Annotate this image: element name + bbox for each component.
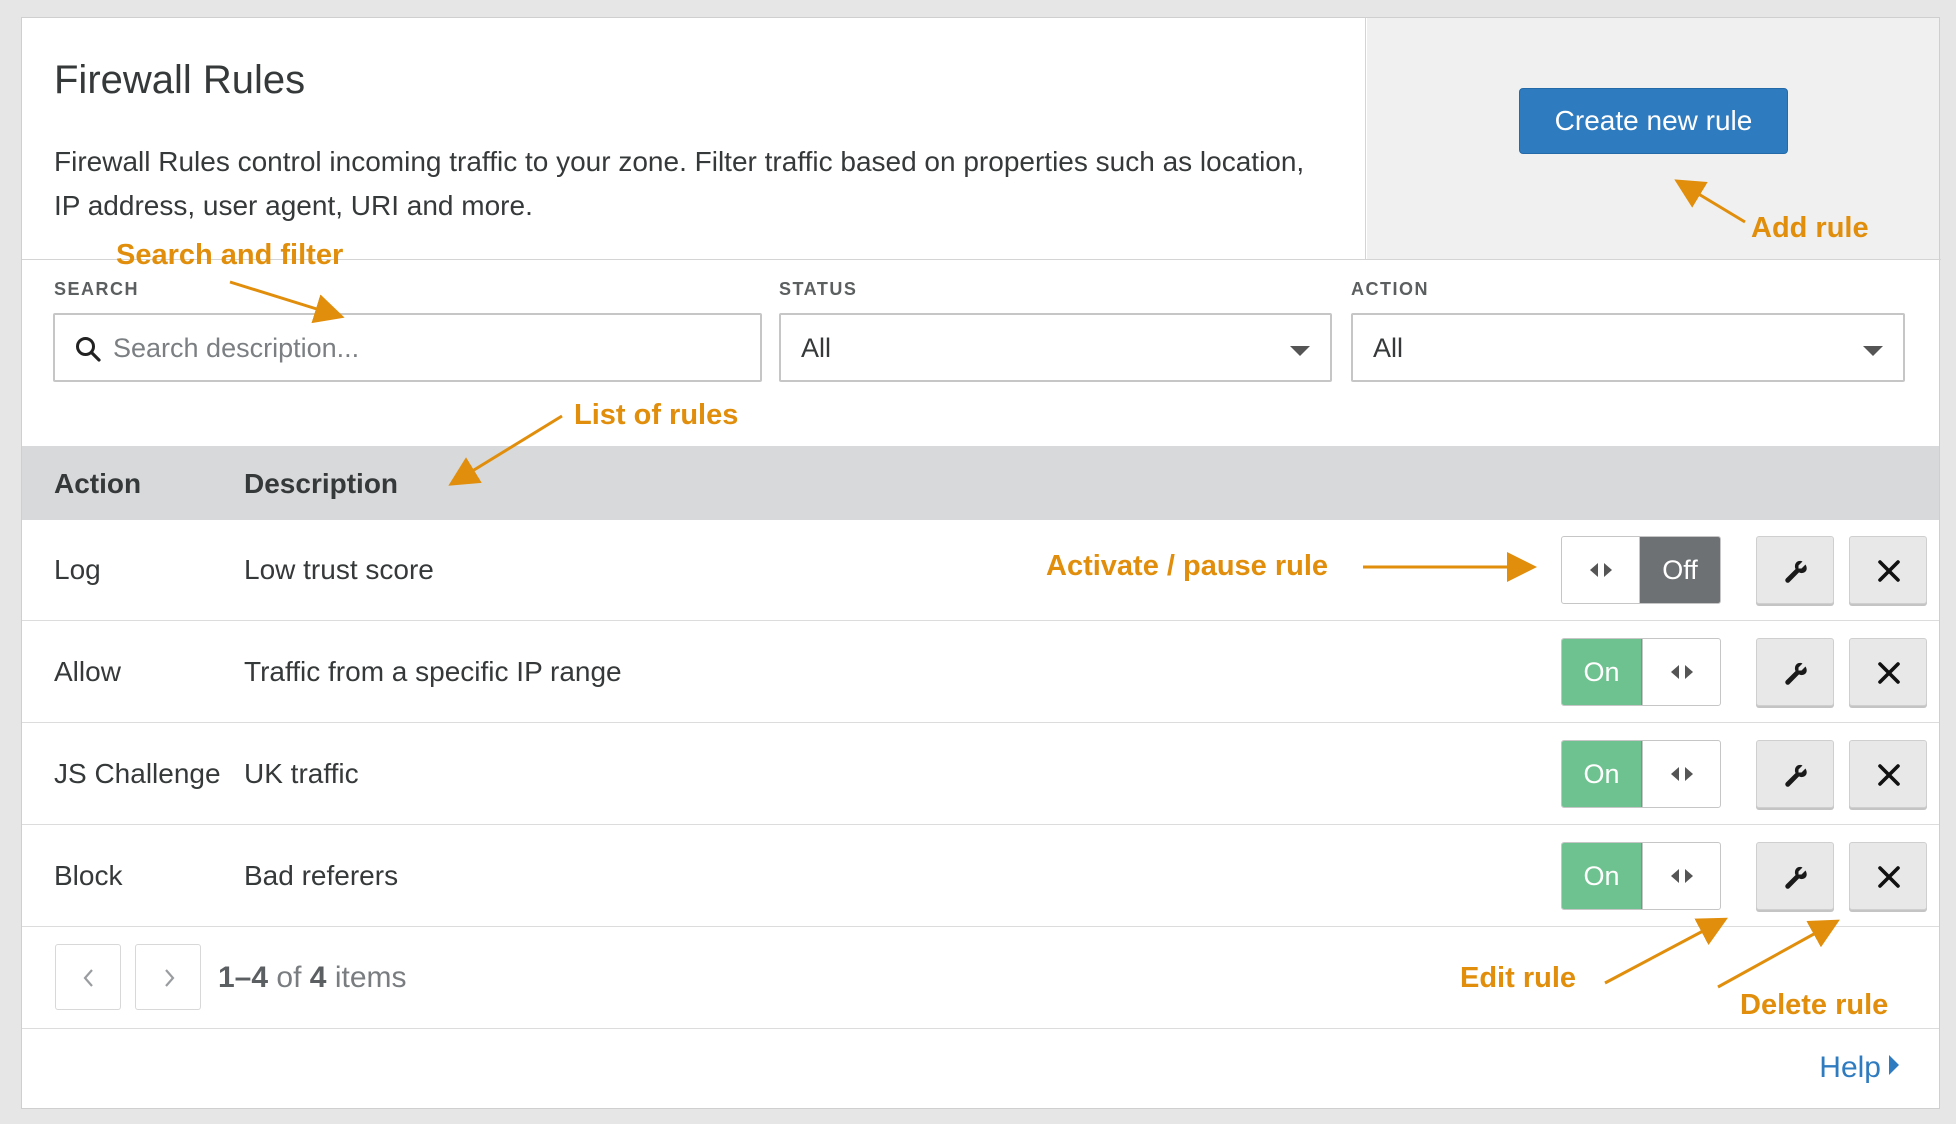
wrench-icon [1785, 866, 1807, 889]
help-link[interactable]: Help [1819, 1051, 1899, 1085]
search-field[interactable] [53, 313, 762, 382]
annotation-add-rule: Add rule [1751, 212, 1869, 244]
toggle-state-on[interactable]: On [1562, 741, 1642, 807]
table-row: Log Low trust score Off [22, 520, 1939, 621]
wrench-icon [1785, 764, 1807, 787]
rule-description: Bad referers [244, 860, 399, 891]
card-header: Firewall Rules Firewall Rules control in… [22, 18, 1941, 260]
drag-handle-icon [1671, 767, 1693, 781]
pagination-range: 1–4 [218, 961, 269, 994]
search-label: SEARCH [54, 279, 140, 299]
search-input[interactable] [113, 329, 733, 367]
pagination-of: of [276, 961, 302, 994]
toggle-state-on[interactable]: On [1562, 639, 1642, 705]
search-icon [76, 337, 101, 362]
wrench-icon [1785, 560, 1807, 583]
delete-rule-button[interactable] [1849, 638, 1927, 706]
delete-rule-button[interactable] [1849, 842, 1927, 910]
rule-description: UK traffic [244, 758, 359, 789]
rule-action: JS Challenge [54, 758, 221, 789]
column-header-action[interactable]: Action [54, 468, 141, 500]
toggle-state-on[interactable]: On [1562, 843, 1642, 909]
rule-toggle[interactable]: Off [1561, 536, 1721, 604]
page-title: Firewall Rules [54, 58, 306, 102]
pagination-summary: 1–4 of 4 items [218, 961, 407, 995]
rule-action: Log [54, 554, 101, 585]
close-icon [1878, 662, 1900, 684]
table-row: Allow Traffic from a specific IP range O… [22, 622, 1939, 723]
column-header-description[interactable]: Description [244, 468, 398, 500]
toggle-handle[interactable] [1642, 741, 1720, 807]
chevron-down-icon [1290, 346, 1310, 356]
action-select-value: All [1373, 333, 1404, 363]
table-row: Block Bad referers On [22, 826, 1939, 927]
help-label: Help [1819, 1051, 1881, 1084]
chevron-down-icon [1863, 346, 1883, 356]
annotation-list-of-rules: List of rules [574, 399, 739, 431]
drag-handle-icon [1671, 869, 1693, 883]
table-header: Action Description [22, 446, 1939, 520]
delete-rule-button[interactable] [1849, 536, 1927, 604]
drag-handle-icon [1590, 563, 1612, 577]
status-label: STATUS [779, 279, 858, 299]
edit-rule-button[interactable] [1756, 842, 1834, 910]
close-icon [1878, 764, 1900, 786]
annotation-delete-rule: Delete rule [1740, 989, 1889, 1021]
toggle-handle[interactable] [1642, 639, 1720, 705]
toggle-state-off[interactable]: Off [1640, 537, 1720, 603]
table-row: JS Challenge UK traffic On [22, 724, 1939, 825]
caret-right-icon [1889, 1055, 1899, 1075]
edit-rule-button[interactable] [1756, 638, 1834, 706]
edit-rule-button[interactable] [1756, 536, 1834, 604]
chevron-right-icon [165, 969, 175, 987]
header-text-panel: Firewall Rules Firewall Rules control in… [22, 18, 1366, 259]
rule-description: Traffic from a specific IP range [244, 656, 622, 687]
pagination: 1–4 of 4 items [22, 928, 1939, 1029]
next-page-button[interactable] [135, 944, 201, 1010]
rule-action: Allow [54, 656, 121, 687]
page-description: Firewall Rules control incoming traffic … [54, 146, 1305, 221]
status-select-value: All [801, 333, 832, 363]
toggle-handle[interactable] [1562, 537, 1640, 603]
delete-rule-button[interactable] [1849, 740, 1927, 808]
rule-description: Low trust score [244, 554, 434, 585]
close-icon [1878, 560, 1900, 582]
rule-toggle[interactable]: On [1561, 842, 1721, 910]
rule-toggle[interactable]: On [1561, 740, 1721, 808]
chevron-left-icon [83, 969, 93, 987]
annotation-activate-pause-rule: Activate / pause rule [1046, 550, 1329, 582]
close-icon [1878, 866, 1900, 888]
firewall-rules-card: Firewall Rules Firewall Rules control in… [21, 17, 1941, 1109]
status-select[interactable]: All [779, 313, 1332, 382]
wrench-icon [1785, 662, 1807, 685]
rule-action: Block [54, 860, 123, 891]
rule-toggle[interactable]: On [1561, 638, 1721, 706]
edit-rule-button[interactable] [1756, 740, 1834, 808]
drag-handle-icon [1671, 665, 1693, 679]
annotation-edit-rule: Edit rule [1460, 962, 1577, 994]
create-new-rule-button[interactable]: Create new rule [1519, 88, 1788, 154]
pagination-total: 4 [309, 961, 327, 994]
action-select[interactable]: All [1351, 313, 1905, 382]
action-label: ACTION [1351, 279, 1429, 299]
pagination-unit: items [334, 961, 407, 994]
previous-page-button[interactable] [55, 944, 121, 1010]
annotation-search-and-filter: Search and filter [116, 239, 344, 271]
toggle-handle[interactable] [1642, 843, 1720, 909]
